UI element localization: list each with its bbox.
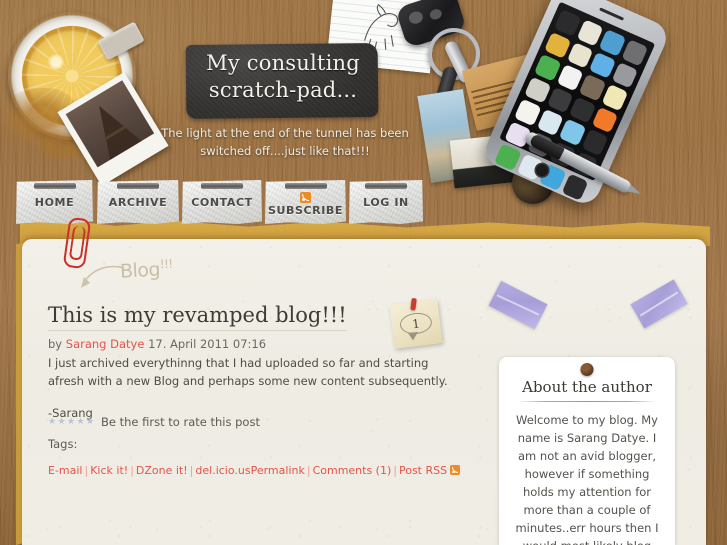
post-date: 17. April 2011 07:16	[148, 337, 267, 351]
blog-scribble-sup: !!!	[159, 256, 174, 272]
link-separator: |	[306, 464, 311, 477]
byline-prefix: by	[48, 337, 66, 351]
share-link-email[interactable]: E-mail	[48, 464, 83, 477]
comment-count-sticky-note[interactable]: 1	[389, 297, 443, 349]
site-title-line2: scratch-pad...	[208, 78, 358, 102]
app-icon	[524, 76, 552, 104]
app-icon	[588, 51, 616, 79]
app-icon	[561, 173, 589, 201]
app-icon	[536, 108, 564, 136]
app-icon	[566, 41, 594, 69]
thumbtack-icon	[580, 363, 594, 376]
paper-clip-icon	[365, 183, 407, 189]
paper-clip-icon	[33, 183, 76, 189]
rating-text: Be the first to rate this post	[101, 415, 260, 429]
post-rating[interactable]: ★ ★ ★ ★ ★ Be the first to rate this post	[48, 415, 260, 429]
star-icon[interactable]: ★	[67, 418, 75, 427]
app-icon	[494, 143, 522, 171]
star-icon[interactable]: ★	[86, 418, 94, 427]
share-link-delicious-permalink[interactable]: del.icio.usPermalink	[195, 464, 304, 477]
star-icon[interactable]: ★	[48, 418, 56, 427]
link-separator: |	[393, 464, 397, 477]
app-icon	[591, 106, 619, 134]
star-rating-icons[interactable]: ★ ★ ★ ★ ★	[48, 418, 94, 427]
link-separator: |	[84, 464, 89, 477]
link-separator: |	[189, 464, 194, 477]
app-icon	[534, 53, 562, 81]
nav-item-archive[interactable]: ARCHIVE	[97, 180, 179, 224]
sidebar-about-author: About the author Welcome to my blog. My …	[499, 357, 675, 545]
curved-arrow-icon	[81, 265, 125, 288]
nav-item-login[interactable]: LOG IN	[349, 180, 423, 224]
site-title: My consulting scratch-pad...	[180, 50, 386, 104]
app-icon	[576, 19, 604, 47]
app-icon	[546, 86, 574, 114]
nav-item-label: CONTACT	[191, 195, 253, 209]
nav-item-subscribe[interactable]: SUBSCRIBE	[265, 180, 346, 224]
eiffel-tower-icon	[82, 96, 144, 162]
post-body-line2: with a new Blog and perhaps some new con…	[87, 374, 448, 388]
app-icon	[581, 128, 609, 156]
post-share-links: E-mail | Kick it! | DZone it! | del.icio.usPer…	[48, 464, 461, 477]
push-pin-icon	[410, 297, 417, 311]
app-icon	[554, 9, 582, 37]
app-icon	[621, 39, 649, 67]
nav-item-label: HOME	[34, 195, 75, 209]
link-separator: |	[130, 464, 134, 477]
blog-post: This is my revamped blog!!! by Sarang Da…	[48, 303, 448, 422]
rss-icon[interactable]	[450, 465, 461, 475]
post-author-link[interactable]: Sarang Datye	[66, 337, 145, 351]
app-icon	[556, 63, 584, 91]
nav-item-label: SUBSCRIBE	[267, 204, 344, 217]
comment-count-value: 1	[411, 316, 421, 331]
share-link-kickit[interactable]: Kick it!	[90, 464, 128, 477]
site-title-line1: My consulting	[206, 51, 360, 75]
page-root: My consulting scratch-pad... The light a…	[0, 0, 727, 545]
blog-scribble-text: Blog	[119, 258, 161, 283]
app-icon	[558, 118, 586, 146]
speech-bubble-icon: 1	[398, 311, 434, 336]
site-description-line2: switched off....just like that!!!	[200, 144, 370, 158]
site-description: The light at the end of the tunnel has b…	[160, 124, 410, 160]
share-link-dzone[interactable]: DZone it!	[136, 464, 188, 477]
share-link-post-rss[interactable]: Post RSS	[399, 464, 447, 477]
tags-label: Tags:	[48, 437, 78, 451]
post-tags: Tags:	[48, 437, 77, 451]
sidebar-body-text: Welcome to my blog. My name is Sarang Da…	[515, 413, 659, 545]
app-icon	[544, 31, 572, 59]
app-icon	[568, 96, 596, 124]
blog-handwriting-label: Blog!!!	[119, 257, 173, 283]
paper-clip-icon	[117, 183, 159, 189]
rss-icon	[300, 192, 311, 203]
nav-item-label: ARCHIVE	[108, 195, 168, 209]
app-icon	[611, 61, 639, 89]
post-title: This is my revamped blog!!!	[48, 303, 347, 331]
share-link-comments[interactable]: Comments (1)	[313, 464, 392, 477]
nav-item-label: LOG IN	[363, 195, 409, 209]
app-icon	[598, 29, 626, 57]
site-description-line1: The light at the end of the tunnel has b…	[161, 126, 409, 140]
star-icon[interactable]: ★	[77, 418, 85, 427]
iphone-speaker	[599, 7, 625, 21]
post-byline: by Sarang Datye 17. April 2011 07:16	[48, 337, 448, 351]
star-icon[interactable]: ★	[58, 418, 66, 427]
post-body: I just archived everythinng that I had u…	[48, 354, 448, 390]
app-icon	[514, 98, 542, 126]
paper-clip-icon	[284, 183, 327, 189]
nav-item-contact[interactable]: CONTACT	[182, 180, 262, 224]
app-icon	[578, 73, 606, 101]
sidebar-title: About the author	[522, 378, 652, 396]
sidebar-divider	[517, 401, 657, 402]
paper-clip-icon	[201, 183, 243, 189]
app-icon	[601, 83, 629, 111]
